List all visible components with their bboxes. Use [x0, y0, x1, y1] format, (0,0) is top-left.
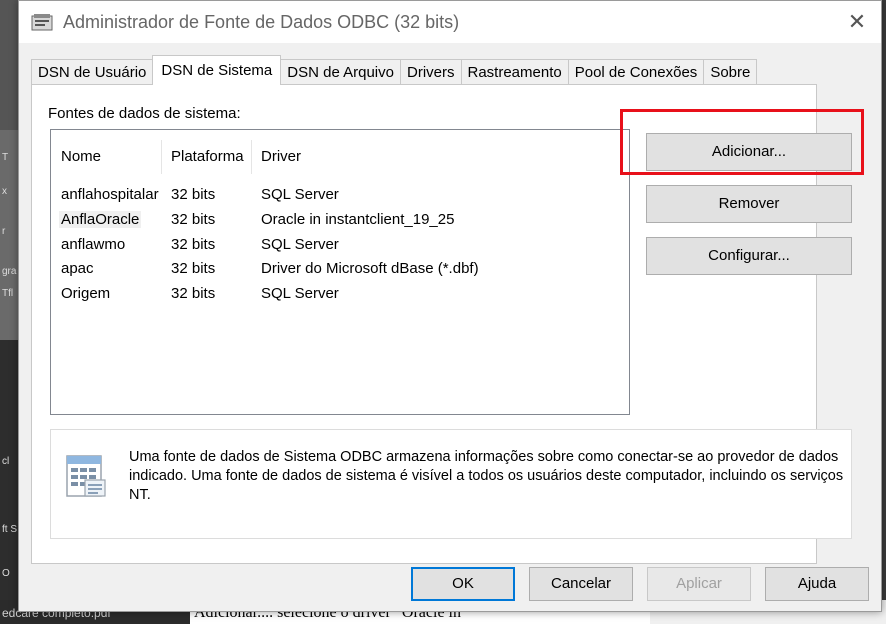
background-snippet: ft S — [2, 524, 18, 535]
list-row[interactable]: apac 32 bits Driver do Microsoft dBase (… — [55, 258, 479, 282]
tab-dsn-usuario[interactable]: DSN de Usuário — [31, 59, 154, 85]
tab-drivers[interactable]: Drivers — [400, 59, 462, 85]
configure-button[interactable]: Configurar... — [646, 237, 852, 275]
odbc-dialog: Administrador de Fonte de Dados ODBC (32… — [18, 0, 882, 612]
row-name: Origem — [61, 285, 111, 302]
list-row[interactable]: anflahospitalar 32 bits SQL Server — [55, 184, 475, 208]
background-snippet: r — [2, 226, 6, 237]
help-button[interactable]: Ajuda — [765, 567, 869, 601]
background-snippet: cl — [2, 456, 10, 467]
close-icon: ✕ — [847, 9, 867, 34]
row-platform: 32 bits — [171, 285, 216, 302]
row-name: apac — [61, 260, 94, 277]
background-apps-strip: T x r gra Tfl cl ft S O — [0, 0, 18, 624]
row-platform: 32 bits — [171, 211, 216, 228]
apply-button[interactable]: Aplicar — [647, 567, 751, 601]
row-name: anflahospitalar — [61, 186, 159, 203]
data-sources-list[interactable]: Nome Plataforma Driver anflahospitalar 3… — [50, 129, 630, 415]
column-separator[interactable] — [251, 140, 252, 174]
close-button[interactable]: ✕ — [837, 5, 877, 39]
column-separator[interactable] — [161, 140, 162, 174]
remove-button[interactable]: Remover — [646, 185, 852, 223]
background-snippet: Tfl — [2, 288, 14, 299]
row-platform: 32 bits — [171, 236, 216, 253]
cancel-button[interactable]: Cancelar — [529, 567, 633, 601]
background-snippet: gra — [2, 266, 17, 277]
info-description: Uma fonte de dados de Sistema ODBC armaz… — [129, 449, 844, 503]
tab-rastreamento[interactable]: Rastreamento — [460, 59, 569, 85]
info-box: Uma fonte de dados de Sistema ODBC armaz… — [50, 429, 852, 539]
list-row[interactable]: AnflaOracle 32 bits Oracle in instantcli… — [55, 209, 475, 233]
row-name: anflawmo — [61, 236, 126, 253]
row-driver: Driver do Microsoft dBase (*.dbf) — [261, 260, 479, 277]
row-driver: Oracle in instantclient_19_25 — [261, 211, 455, 228]
column-header-name[interactable]: Nome — [61, 142, 101, 172]
list-row[interactable]: Origem 32 bits SQL Server — [55, 283, 475, 307]
row-driver: SQL Server — [261, 285, 339, 302]
row-platform: 32 bits — [171, 260, 216, 277]
background-snippet: O — [2, 568, 10, 579]
tab-sobre[interactable]: Sobre — [703, 59, 758, 85]
tab-dsn-arquivo[interactable]: DSN de Arquivo — [280, 59, 401, 85]
column-header-driver[interactable]: Driver — [261, 142, 301, 172]
ok-button[interactable]: OK — [411, 567, 515, 601]
column-header-platform[interactable]: Plataforma — [171, 142, 244, 172]
odbc-app-icon — [31, 14, 53, 31]
data-source-icon — [66, 455, 106, 497]
tab-strip: DSN de Usuário DSN de Sistema DSN de Arq… — [31, 55, 758, 85]
data-sources-label: Fontes de dados de sistema: — [48, 105, 241, 122]
tab-pool-conexoes[interactable]: Pool de Conexões — [567, 59, 705, 85]
row-driver: SQL Server — [261, 186, 339, 203]
title-bar[interactable]: Administrador de Fonte de Dados ODBC (32… — [19, 1, 881, 43]
tab-panel: Fontes de dados de sistema: Nome Platafo… — [31, 84, 864, 564]
background-snippet: T — [2, 152, 9, 163]
row-platform: 32 bits — [171, 186, 216, 203]
background-snippet: x — [2, 186, 7, 197]
tab-dsn-sistema[interactable]: DSN de Sistema — [152, 55, 282, 85]
list-row[interactable]: anflawmo 32 bits SQL Server — [55, 234, 475, 258]
add-button[interactable]: Adicionar... — [646, 133, 852, 171]
row-name: AnflaOracle — [59, 211, 142, 228]
window-title: Administrador de Fonte de Dados ODBC (32… — [63, 12, 460, 32]
row-driver: SQL Server — [261, 236, 339, 253]
